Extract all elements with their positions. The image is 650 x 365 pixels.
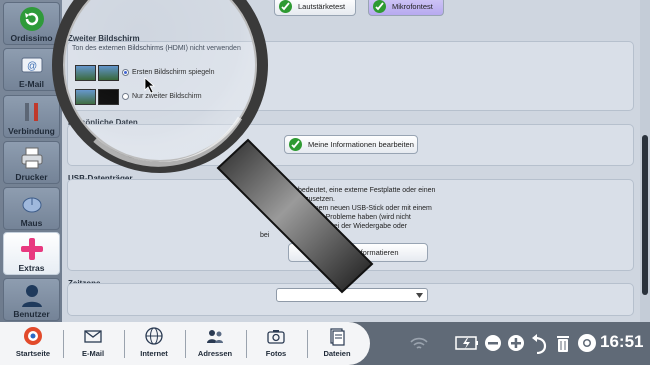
usb-text-line: dem Sie Probleme haben (wird nicht: [298, 214, 411, 221]
usb-text-line: mit einem neuen USB-Stick oder mit einem: [298, 205, 432, 212]
contacts-icon: [207, 330, 223, 343]
sidebar-item-drucker[interactable]: Drucker: [3, 141, 60, 184]
usb-section: bedeutet, eine externe Festplatte oder e…: [67, 179, 634, 271]
refresh-icon: [19, 7, 44, 31]
files-icon: [330, 328, 345, 346]
chevron-down-icon: [416, 293, 423, 298]
edit-info-button[interactable]: Meine Informationen bearbeiten: [284, 135, 418, 154]
trash-icon[interactable]: [554, 332, 572, 354]
tools-icon: [24, 103, 38, 121]
second-screen-subtitle: Ton des externen Bildschirms (HDMI) nich…: [72, 45, 241, 52]
check-icon: [373, 0, 386, 13]
usb-text-line: bei: [260, 232, 270, 239]
second-screen-section: Ton des externen Bildschirms (HDMI) nich…: [67, 41, 634, 111]
taskbar: Startseite E-Mail Internet Adressen Foto…: [0, 322, 650, 365]
mic-test-button[interactable]: Mikrofontest: [368, 0, 444, 16]
taskbar-label: Fotos: [265, 349, 287, 358]
second-only-screens-icon: [75, 89, 119, 105]
second-only-radio[interactable]: [122, 93, 129, 100]
taskbar-internet[interactable]: Internet: [125, 326, 183, 362]
button-label: Mikrofontest: [392, 2, 433, 11]
sidebar-item-label: Maus: [20, 218, 43, 228]
user-icon: [21, 285, 42, 307]
sidebar-item-maus[interactable]: Maus: [3, 187, 60, 230]
sidebar-item-benutzer[interactable]: Benutzer: [3, 278, 60, 321]
volume-test-button[interactable]: Lautstärketest: [274, 0, 356, 16]
plus-icon: [20, 238, 43, 260]
sidebar-item-email[interactable]: @ E-Mail: [3, 48, 60, 91]
clock: 16:51: [600, 332, 644, 351]
format-usb-button[interactable]: räger formatieren: [288, 243, 428, 262]
taskbar-label: Internet: [140, 349, 168, 358]
sidebar-item-label: Ordissimo: [10, 33, 53, 43]
dock: Startseite E-Mail Internet Adressen Foto…: [0, 322, 370, 365]
taskbar-label: Dateien: [323, 349, 351, 358]
globe-icon: [145, 327, 163, 345]
check-icon: [289, 138, 302, 151]
mirror-radio[interactable]: [122, 69, 129, 76]
taskbar-label: Adressen: [197, 349, 233, 358]
email-icon: @: [21, 57, 42, 73]
taskbar-fotos[interactable]: Fotos: [247, 326, 305, 362]
sidebar-item-extras[interactable]: Extras: [3, 232, 60, 275]
sidebar-item-label: E-Mail: [18, 79, 45, 89]
wifi-icon[interactable]: [409, 332, 429, 354]
sidebar-item-label: Extras: [18, 263, 45, 273]
volume-up-icon[interactable]: [506, 332, 526, 354]
sidebar-item-ordissimo[interactable]: Ordissimo: [3, 2, 60, 45]
button-label: räger formatieren: [341, 248, 399, 257]
timezone-section: [67, 283, 634, 316]
undo-icon[interactable]: [530, 332, 548, 354]
usb-text-line: ckzusetzen.: [298, 196, 335, 203]
sidebar-item-label: Drucker: [15, 172, 48, 182]
mouse-icon: [22, 197, 41, 213]
sidebar-item-label: Verbindung: [8, 126, 55, 136]
volume-down-icon[interactable]: [483, 332, 503, 354]
taskbar-startseite[interactable]: Startseite: [4, 326, 62, 362]
envelope-icon: [84, 330, 102, 343]
home-icon: [24, 327, 42, 345]
check-icon: [279, 0, 292, 13]
mirror-screens-icon: [75, 65, 119, 81]
taskbar-adressen[interactable]: Adressen: [186, 326, 244, 362]
button-label: Meine Informationen bearbeiten: [308, 140, 414, 149]
button-label: Lautstärketest: [298, 2, 346, 11]
scrollbar-thumb[interactable]: [642, 135, 648, 295]
scrollbar[interactable]: [640, 0, 650, 322]
usb-text-line: Probleme bei der Wiedergabe oder: [298, 223, 407, 230]
mirror-option-label: Ersten Bildschirm spiegeln: [132, 69, 215, 76]
camera-icon: [267, 330, 285, 344]
second-only-option-label: Nur zweiter Bildschirm: [132, 93, 202, 100]
battery-icon[interactable]: [454, 332, 480, 354]
printer-icon: [21, 147, 42, 169]
taskbar-label: E-Mail: [81, 349, 105, 358]
settings-panel: Lautstärketest Mikrofontest Zweiter Bild…: [62, 0, 640, 322]
sidebar-item-verbindung[interactable]: Verbindung: [3, 95, 60, 138]
sidebar: Ordissimo @ E-Mail Verbindung Drucker Ma…: [0, 0, 62, 322]
taskbar-dateien[interactable]: Dateien: [308, 326, 366, 362]
svg-text:@: @: [27, 61, 37, 72]
sidebar-item-label: Benutzer: [13, 309, 50, 319]
timezone-select[interactable]: [276, 288, 428, 302]
taskbar-email[interactable]: E-Mail: [64, 326, 122, 362]
help-lifebuoy-icon[interactable]: [576, 332, 598, 354]
taskbar-label: Startseite: [15, 349, 51, 358]
personal-data-section: Meine Informationen bearbeiten: [67, 124, 634, 166]
usb-text-line: bedeutet, eine externe Festplatte oder e…: [298, 187, 436, 194]
